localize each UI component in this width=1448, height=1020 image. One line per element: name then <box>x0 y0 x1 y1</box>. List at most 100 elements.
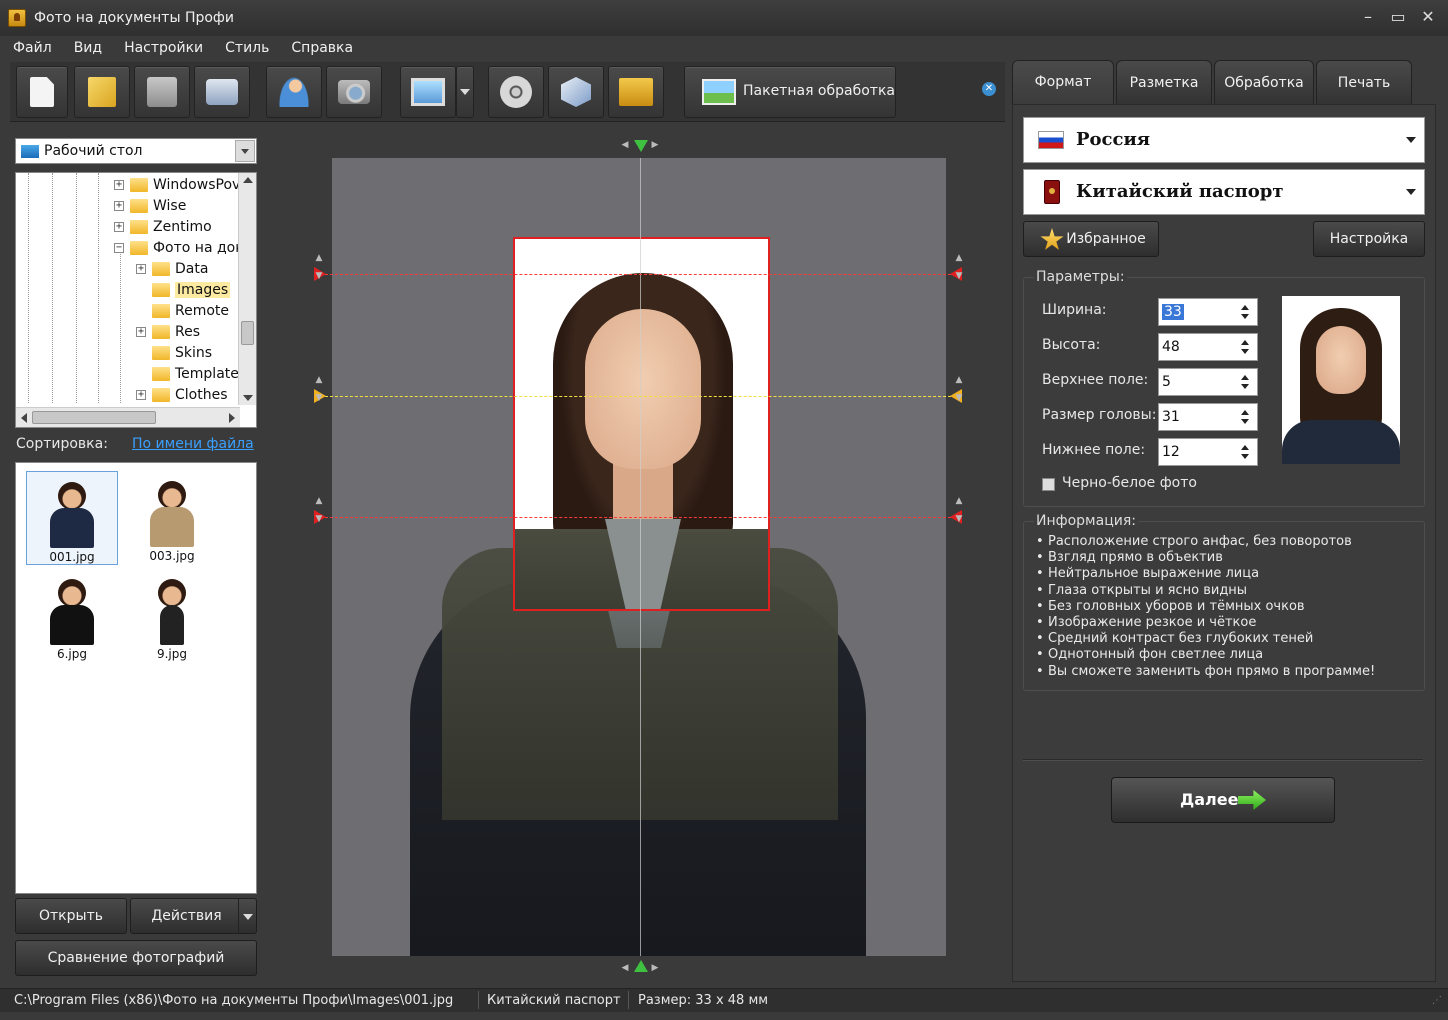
tab-processing[interactable]: Обработка <box>1214 60 1314 104</box>
menu-style[interactable]: Стиль <box>222 40 272 56</box>
spin-down-icon[interactable] <box>1241 454 1249 459</box>
scroll-left-icon[interactable] <box>21 413 27 423</box>
folder-select-dropdown[interactable] <box>235 140 255 162</box>
favorites-button[interactable]: Избранное <box>1023 221 1159 257</box>
tree-item-skins[interactable]: Skins <box>136 343 212 363</box>
list-item: Взгляд прямо в объектив <box>1036 550 1416 566</box>
crop-frame[interactable] <box>513 237 770 611</box>
minimize-button[interactable]: – <box>1356 6 1380 28</box>
maximize-button[interactable]: ▭ <box>1386 6 1410 28</box>
center-guide-line[interactable] <box>640 158 641 956</box>
list-item: Нейтральное выражение лица <box>1036 566 1416 582</box>
scroll-up-icon[interactable] <box>243 177 253 183</box>
thumbnail-grid: 001.jpg 003.jpg 6.jpg 9.jpg <box>15 462 257 894</box>
tree-item-clothes[interactable]: + Clothes <box>136 385 228 405</box>
tree-guide <box>52 173 53 403</box>
bw-photo-checkbox[interactable] <box>1042 478 1055 491</box>
updown-arrows-icon: ▲ ▼ <box>315 253 323 281</box>
top-margin-input[interactable]: 5 <box>1158 368 1258 396</box>
scroll-down-icon[interactable] <box>243 395 253 401</box>
print-button[interactable] <box>194 66 250 118</box>
top-head-guide-line[interactable] <box>320 274 956 275</box>
spin-down-icon[interactable] <box>1241 419 1249 424</box>
tab-format[interactable]: Формат <box>1012 60 1114 104</box>
tree-item-zentimo[interactable]: + Zentimo <box>114 217 212 237</box>
tree-item-data[interactable]: + Data <box>136 259 208 279</box>
thumbnail-caption: 6.jpg <box>56 647 88 661</box>
compare-photos-button[interactable]: Сравнение фотографий <box>15 940 257 976</box>
center-guide-top-handle[interactable] <box>634 140 648 152</box>
save-button[interactable] <box>134 66 190 118</box>
menu-view[interactable]: Вид <box>71 40 105 56</box>
width-input[interactable]: 33 <box>1158 298 1258 326</box>
cart-button[interactable] <box>608 66 664 118</box>
divider <box>628 991 629 1009</box>
thumbnail-image <box>42 575 102 645</box>
folder-icon <box>152 367 170 381</box>
bottom-margin-input[interactable]: 12 <box>1158 438 1258 466</box>
head-size-input[interactable]: 31 <box>1158 403 1258 431</box>
tree-item-windowspov[interactable]: + WindowsPov <box>114 175 240 195</box>
package-button[interactable] <box>548 66 604 118</box>
tree-horizontal-scrollbar[interactable] <box>16 407 240 427</box>
new-button[interactable] <box>16 66 68 118</box>
sort-by-filename-link[interactable]: По имени файла <box>132 436 254 452</box>
close-panel-icon[interactable]: ✕ <box>982 82 996 96</box>
actions-label: Действия <box>151 908 222 924</box>
chin-guide-line[interactable] <box>320 517 956 518</box>
menu-file[interactable]: Файл <box>10 40 55 56</box>
batch-processing-button[interactable]: Пакетная обработка <box>684 66 896 118</box>
menu-help[interactable]: Справка <box>288 40 356 56</box>
frame-button[interactable] <box>400 66 456 118</box>
thumbnail-item[interactable]: 9.jpg <box>126 569 218 663</box>
tree-vertical-scrollbar[interactable] <box>238 173 256 405</box>
thumbnail-item[interactable]: 6.jpg <box>26 569 118 663</box>
spin-up-icon[interactable] <box>1241 445 1249 450</box>
spin-up-icon[interactable] <box>1241 410 1249 415</box>
folder-select[interactable]: Рабочий стол <box>15 138 257 164</box>
center-guide-bottom-handle[interactable] <box>634 960 648 972</box>
spin-down-icon[interactable] <box>1241 349 1249 354</box>
settings-button[interactable]: Настройка <box>1313 221 1425 257</box>
tab-markup[interactable]: Разметка <box>1116 60 1212 104</box>
eye-guide-line[interactable] <box>320 396 956 397</box>
tree-item-remote[interactable]: Remote <box>136 301 229 321</box>
scroll-thumb[interactable] <box>241 321 254 345</box>
scroll-right-icon[interactable] <box>229 413 235 423</box>
width-label: Ширина: <box>1042 302 1107 318</box>
tree-item-wise[interactable]: + Wise <box>114 196 186 216</box>
country-select[interactable]: Россия <box>1023 117 1425 163</box>
tree-item-foto[interactable]: − Фото на док <box>114 238 244 258</box>
top-margin-label: Верхнее поле: <box>1042 372 1149 388</box>
folder-tree[interactable]: + WindowsPov + Wise + Zentimo − Фото на док … <box>15 172 257 428</box>
spin-up-icon[interactable] <box>1241 305 1249 310</box>
actions-button[interactable]: Действия <box>130 898 257 934</box>
photo-canvas[interactable]: ▲ ▼ ▲ ▼ ▲ ▼ ▲ ▼ ▲ ▼ ▲ ▼ ◀ ▶ ◀ ▶ <box>270 132 1006 982</box>
spin-down-icon[interactable] <box>1241 384 1249 389</box>
film-button[interactable] <box>488 66 544 118</box>
spin-up-icon[interactable] <box>1241 340 1249 345</box>
tree-item-template[interactable]: Template <box>136 364 239 384</box>
spin-up-icon[interactable] <box>1241 375 1249 380</box>
open-photo-button[interactable]: Открыть <box>15 898 127 934</box>
resize-grip-icon[interactable]: ⋰ <box>1432 995 1442 1006</box>
spin-down-icon[interactable] <box>1241 314 1249 319</box>
settings-panel: Формат Разметка Обработка Печать Россия … <box>1012 60 1436 982</box>
tree-item-images[interactable]: Images <box>136 280 231 300</box>
chevron-down-icon[interactable] <box>238 899 256 933</box>
photo-person-button[interactable] <box>266 66 322 118</box>
thumbnail-item[interactable]: 003.jpg <box>126 471 218 565</box>
thumbnail-item[interactable]: 001.jpg <box>26 471 118 565</box>
scroll-thumb[interactable] <box>32 411 156 424</box>
document-select[interactable]: Китайский паспорт <box>1023 169 1425 215</box>
frame-dropdown-button[interactable] <box>456 66 474 118</box>
tree-item-res[interactable]: + Res <box>136 322 200 342</box>
tab-print[interactable]: Печать <box>1316 60 1412 104</box>
close-button[interactable]: ✕ <box>1416 6 1440 28</box>
open-button[interactable] <box>74 66 130 118</box>
height-input[interactable]: 48 <box>1158 333 1258 361</box>
next-button[interactable]: Далее <box>1111 777 1335 823</box>
divider <box>478 991 479 1009</box>
menu-settings[interactable]: Настройки <box>121 40 206 56</box>
camera-button[interactable] <box>326 66 382 118</box>
